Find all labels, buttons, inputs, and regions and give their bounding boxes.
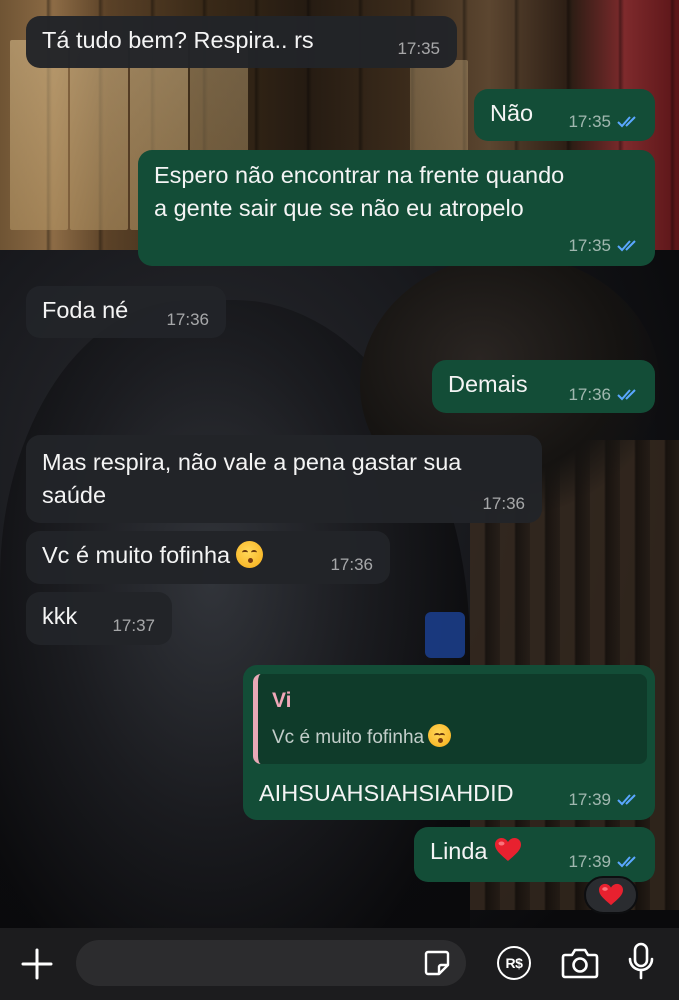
read-ticks-icon — [617, 389, 636, 401]
message-outgoing-reply[interactable]: Vi Vc é muito fofinha AIHSUAHSIAHSIAHDID… — [243, 665, 655, 820]
quote-author: Vi — [272, 689, 292, 712]
message-meta: 17:35 — [568, 112, 641, 132]
plus-icon[interactable] — [18, 945, 56, 983]
message-time: 17:36 — [568, 385, 611, 404]
message-text: Tá tudo bem? Respira.. rs — [42, 27, 314, 53]
message-time: 17:35 — [397, 39, 440, 58]
message-time: 17:35 — [568, 236, 611, 255]
chat-message-list[interactable]: Tá tudo bem? Respira.. rs 17:35 Não 17:3… — [0, 0, 679, 930]
message-time: 17:36 — [166, 310, 209, 329]
message-outgoing[interactable]: Demais 17:36 — [432, 360, 655, 413]
message-outgoing[interactable]: Linda 17:39 — [414, 827, 655, 882]
message-text: Não — [490, 100, 534, 126]
message-incoming[interactable]: Foda né 17:36 — [26, 286, 226, 338]
message-text: kkk — [42, 603, 78, 629]
message-text: Linda — [430, 838, 488, 864]
microphone-icon[interactable] — [624, 942, 658, 982]
message-input-bar: R$ — [0, 928, 679, 1000]
message-text: AIHSUAHSIAHSIAHDID — [259, 780, 514, 806]
message-meta: 17:39 — [568, 790, 641, 810]
message-text: Espero não encontrar na frente quando a … — [154, 162, 565, 221]
message-time: 17:39 — [568, 790, 611, 809]
message-meta: 17:39 — [568, 852, 641, 872]
camera-icon[interactable] — [560, 946, 600, 980]
message-text: Mas respira, não vale a pena gastar sua … — [42, 449, 462, 508]
red-heart-emoji — [494, 838, 521, 861]
payment-icon[interactable]: R$ — [497, 946, 531, 980]
payment-label: R$ — [505, 955, 523, 971]
kissing-closed-eyes-emoji — [428, 724, 452, 747]
message-time: 17:39 — [568, 852, 611, 871]
red-heart-emoji — [599, 883, 623, 906]
kissing-closed-eyes-emoji — [236, 541, 264, 568]
message-meta: 17:35 — [568, 236, 641, 256]
quote-text-content: Vc é muito fofinha — [272, 727, 425, 748]
message-input[interactable] — [76, 940, 466, 986]
message-text: Demais — [448, 371, 528, 397]
message-outgoing[interactable]: Espero não encontrar na frente quando a … — [138, 150, 655, 266]
message-time: 17:37 — [112, 616, 155, 635]
message-text: Foda né — [42, 297, 129, 323]
read-ticks-icon — [617, 794, 636, 806]
message-reaction[interactable] — [584, 876, 638, 914]
message-time: 17:35 — [568, 112, 611, 131]
message-time: 17:36 — [482, 494, 525, 513]
message-time: 17:36 — [330, 555, 373, 574]
message-meta: 17:36 — [568, 385, 641, 405]
quoted-message[interactable]: Vi Vc é muito fofinha — [253, 674, 647, 764]
read-ticks-icon — [617, 856, 636, 868]
message-incoming[interactable]: Mas respira, não vale a pena gastar sua … — [26, 435, 542, 523]
message-incoming[interactable]: Tá tudo bem? Respira.. rs 17:35 — [26, 16, 457, 68]
message-incoming[interactable]: kkk 17:37 — [26, 592, 172, 645]
read-ticks-icon — [617, 240, 636, 252]
sticker-icon[interactable] — [422, 948, 452, 978]
message-outgoing[interactable]: Não 17:35 — [474, 89, 655, 141]
read-ticks-icon — [617, 116, 636, 128]
message-incoming[interactable]: Vc é muito fofinha 17:36 — [26, 531, 390, 584]
quote-text: Vc é muito fofinha — [272, 724, 647, 751]
message-text: Vc é muito fofinha — [42, 542, 231, 568]
